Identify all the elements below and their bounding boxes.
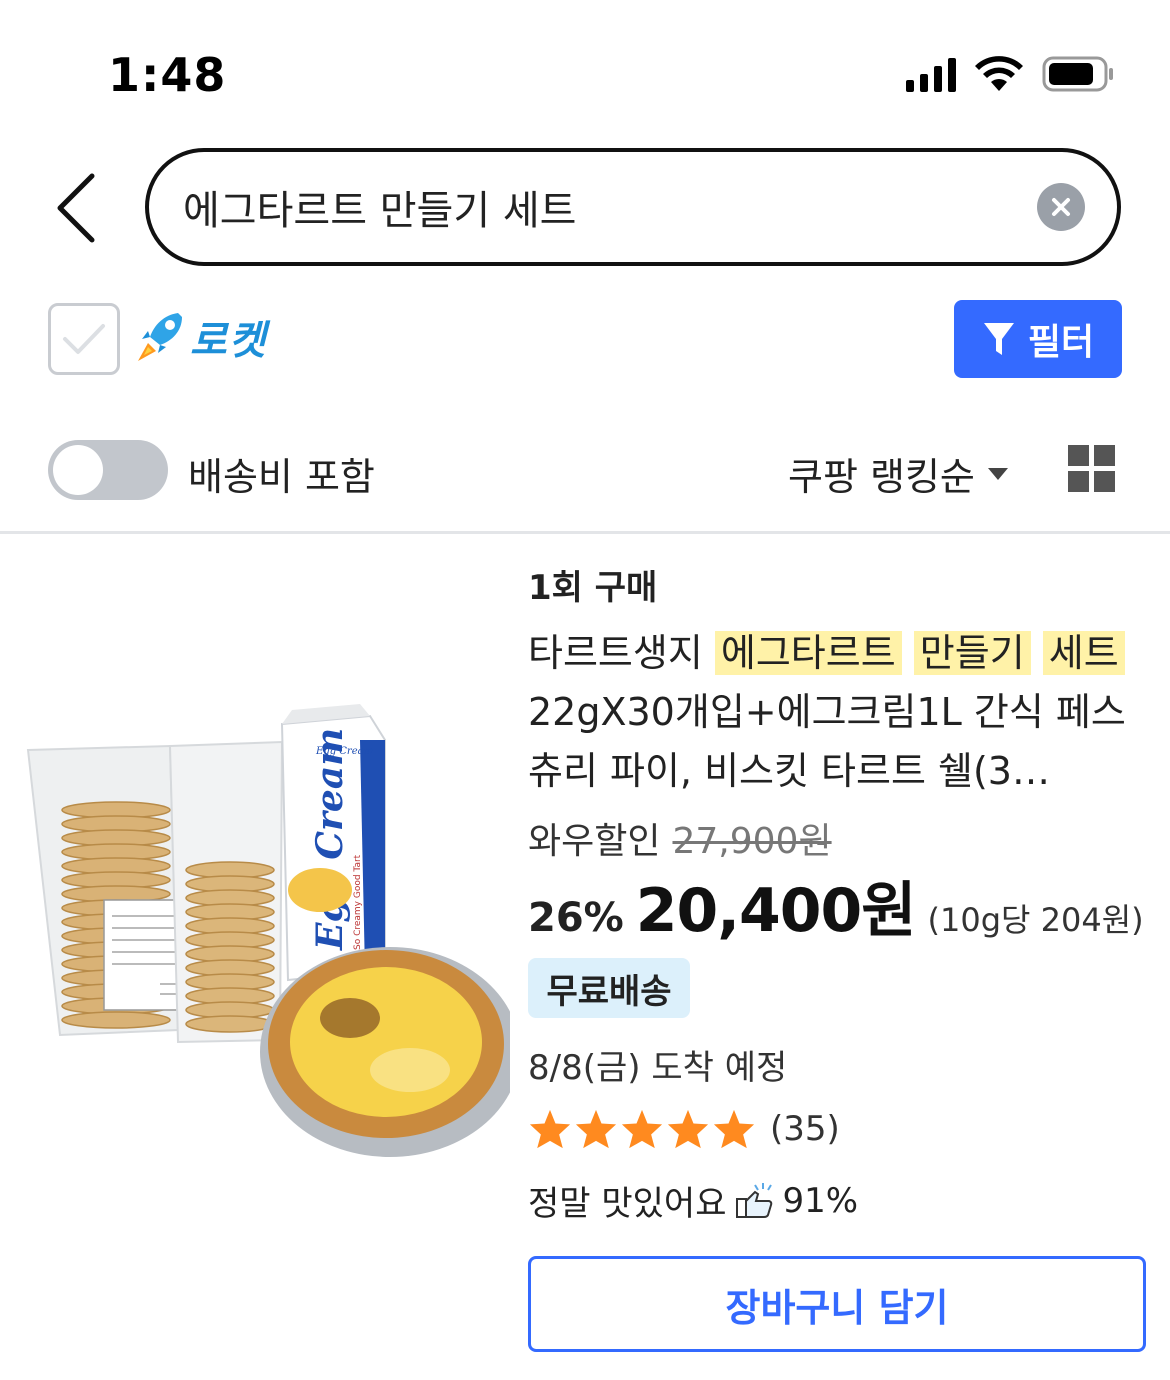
title-rest: 22gX30개입+에그크림1L 간식 페스츄리 파이, 비스킷 타르트 쉘(3… bbox=[528, 690, 1126, 793]
rocket-icon bbox=[138, 313, 182, 361]
star-icon bbox=[529, 1109, 571, 1149]
taste-feedback-row: 정말 맛있어요 91% bbox=[528, 1176, 858, 1225]
wow-discount-row: 와우할인 27,900원 bbox=[528, 812, 832, 864]
clear-search-button[interactable] bbox=[1037, 183, 1085, 231]
discount-rate: 26% bbox=[528, 895, 624, 941]
back-button[interactable] bbox=[46, 170, 106, 246]
sale-price: 20,400원 bbox=[635, 876, 917, 946]
caret-down-icon bbox=[987, 467, 1008, 480]
sort-label: 쿠팡 랭킹순 bbox=[788, 455, 975, 499]
taste-label: 정말 맛있어요 bbox=[528, 1184, 727, 1224]
search-query: 에그타르트 만들기 세트 bbox=[183, 188, 577, 234]
thumbs-up-icon bbox=[735, 1182, 772, 1218]
divider bbox=[0, 531, 1170, 534]
search-input[interactable]: 에그타르트 만들기 세트 bbox=[145, 148, 1121, 266]
grid-view-icon[interactable] bbox=[1068, 445, 1116, 493]
add-to-cart-button[interactable]: 장바구니 담기 bbox=[528, 1256, 1146, 1352]
rating-row[interactable]: (35) bbox=[528, 1108, 840, 1150]
rocket-checkbox[interactable] bbox=[48, 303, 120, 375]
review-count: (35) bbox=[770, 1109, 840, 1149]
toggle-knob bbox=[53, 445, 103, 495]
purchase-type-label: 1회 구매 bbox=[528, 568, 658, 608]
star-icon bbox=[667, 1109, 709, 1149]
original-price: 27,900원 bbox=[672, 821, 832, 862]
star-icon bbox=[713, 1109, 755, 1149]
title-highlight-1: 에그타르트 bbox=[714, 631, 902, 675]
wifi-icon bbox=[975, 56, 1023, 91]
battery-icon bbox=[1042, 56, 1113, 92]
taste-percent: 91% bbox=[782, 1180, 859, 1221]
status-icons bbox=[906, 52, 1114, 96]
unit-price: (10g당 204원) bbox=[927, 901, 1144, 939]
free-shipping-badge: 무료배송 bbox=[528, 958, 690, 1018]
clear-icon bbox=[1052, 198, 1070, 216]
chevron-left-icon bbox=[57, 173, 95, 243]
signal-icon bbox=[906, 56, 956, 92]
star-icon bbox=[575, 1109, 617, 1149]
rocket-delivery-label[interactable]: 로켓 bbox=[134, 308, 268, 366]
product-title[interactable]: 타르트생지 에그타르트 만들기 세트 22gX30개입+에그크림1L 간식 페스… bbox=[528, 624, 1148, 801]
status-time: 1:48 bbox=[108, 48, 227, 102]
carton-brand-text: Egg Cream bbox=[309, 728, 351, 951]
sort-dropdown[interactable]: 쿠팡 랭킹순 bbox=[788, 446, 1009, 501]
title-highlight-3: 세트 bbox=[1042, 631, 1125, 675]
rocket-text: 로켓 bbox=[190, 318, 268, 364]
title-prefix: 타르트생지 bbox=[528, 631, 715, 675]
filter-label: 필터 bbox=[1027, 322, 1095, 363]
price-row: 26% 20,400원 (10g당 204원) bbox=[528, 862, 1144, 949]
arrival-date: 8/8(금) 도착 예정 bbox=[528, 1048, 788, 1088]
shipping-fee-toggle[interactable] bbox=[48, 440, 168, 500]
check-icon bbox=[63, 324, 105, 354]
wow-label: 와우할인 bbox=[528, 821, 661, 862]
funnel-icon bbox=[983, 323, 1014, 355]
star-icon bbox=[621, 1109, 663, 1149]
shipping-fee-label: 배송비 포함 bbox=[188, 455, 375, 499]
product-image[interactable]: Egg Cream Egg Cream So Creamy Good Tart bbox=[20, 700, 510, 1180]
carton-tagline: So Creamy Good Tart bbox=[353, 854, 363, 950]
title-highlight-2: 만들기 bbox=[913, 631, 1031, 675]
filter-button[interactable]: 필터 bbox=[954, 300, 1122, 378]
